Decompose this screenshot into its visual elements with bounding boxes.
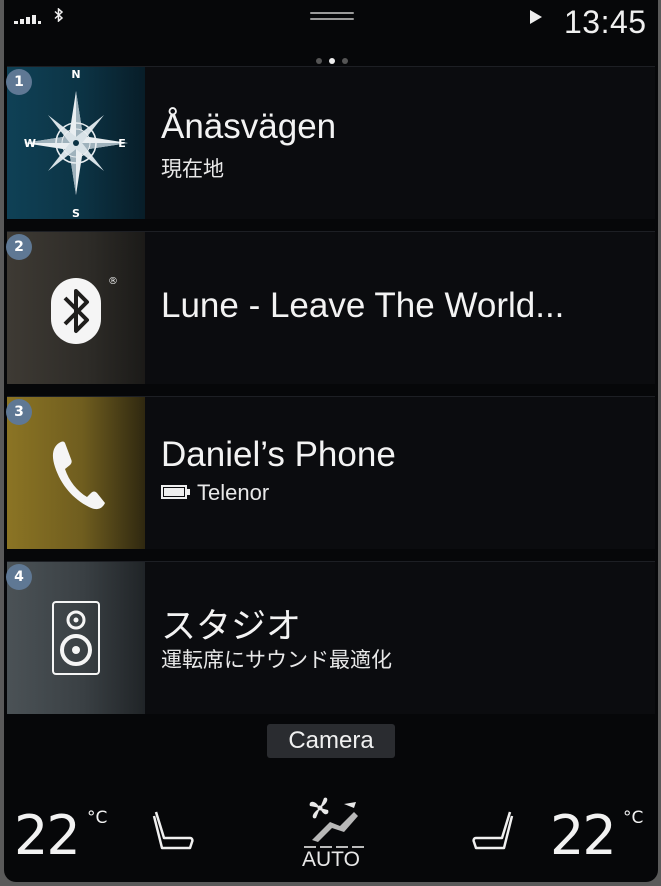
left-temperature[interactable]: 22 xyxy=(14,804,81,867)
climate-auto-label[interactable]: AUTO xyxy=(302,848,360,872)
center-display: 13:45 1 N E S W Ånäsvägen 現在地 2 ® Lune -… xyxy=(4,0,658,882)
tile-number-badge: 2 xyxy=(6,234,32,260)
left-temp-unit: °C xyxy=(87,808,108,828)
media-tile[interactable]: 2 ® Lune - Leave The World... xyxy=(6,231,655,384)
compass-east-label: E xyxy=(118,137,126,150)
page-indicator[interactable] xyxy=(316,56,352,64)
bluetooth-icon xyxy=(54,7,64,26)
compass-south-label: S xyxy=(72,207,80,219)
phone-device-name: Daniel’s Phone xyxy=(161,435,396,474)
compass-north-label: N xyxy=(71,68,80,81)
play-icon xyxy=(530,10,542,24)
phone-tile[interactable]: 3 Daniel’s Phone Telenor xyxy=(6,396,655,549)
compass-west-label: W xyxy=(24,137,36,150)
clock: 13:45 xyxy=(564,4,647,40)
right-temp-unit: °C xyxy=(623,808,644,828)
tile-number-badge: 1 xyxy=(6,69,32,95)
drag-handle[interactable] xyxy=(310,12,354,22)
navigation-tile[interactable]: 1 N E S W Ånäsvägen 現在地 xyxy=(6,66,655,220)
fan-auto-icon[interactable] xyxy=(304,796,364,848)
phone-carrier: Telenor xyxy=(197,480,270,505)
media-track-title: Lune - Leave The World... xyxy=(161,286,565,325)
phone-carrier-row: Telenor xyxy=(161,480,269,506)
audio-preset-title: スタジオ xyxy=(161,607,302,646)
camera-button[interactable]: Camera xyxy=(267,724,395,758)
registered-mark: ® xyxy=(108,276,118,287)
audio-preset-subtitle: 運転席にサウンド最適化 xyxy=(161,648,392,672)
tile-number-badge: 3 xyxy=(6,399,32,425)
navigation-subtitle: 現在地 xyxy=(161,157,224,181)
seat-heat-left-icon[interactable] xyxy=(150,808,196,854)
seat-heat-right-icon[interactable] xyxy=(470,808,516,854)
right-temperature[interactable]: 22 xyxy=(550,804,617,867)
navigation-destination: Ånäsvägen xyxy=(161,107,337,146)
signal-icon xyxy=(14,12,48,24)
tile-number-badge: 4 xyxy=(6,564,32,590)
audio-tile[interactable]: 4 スタジオ 運転席にサウンド最適化 xyxy=(6,561,655,714)
battery-icon xyxy=(161,485,190,499)
